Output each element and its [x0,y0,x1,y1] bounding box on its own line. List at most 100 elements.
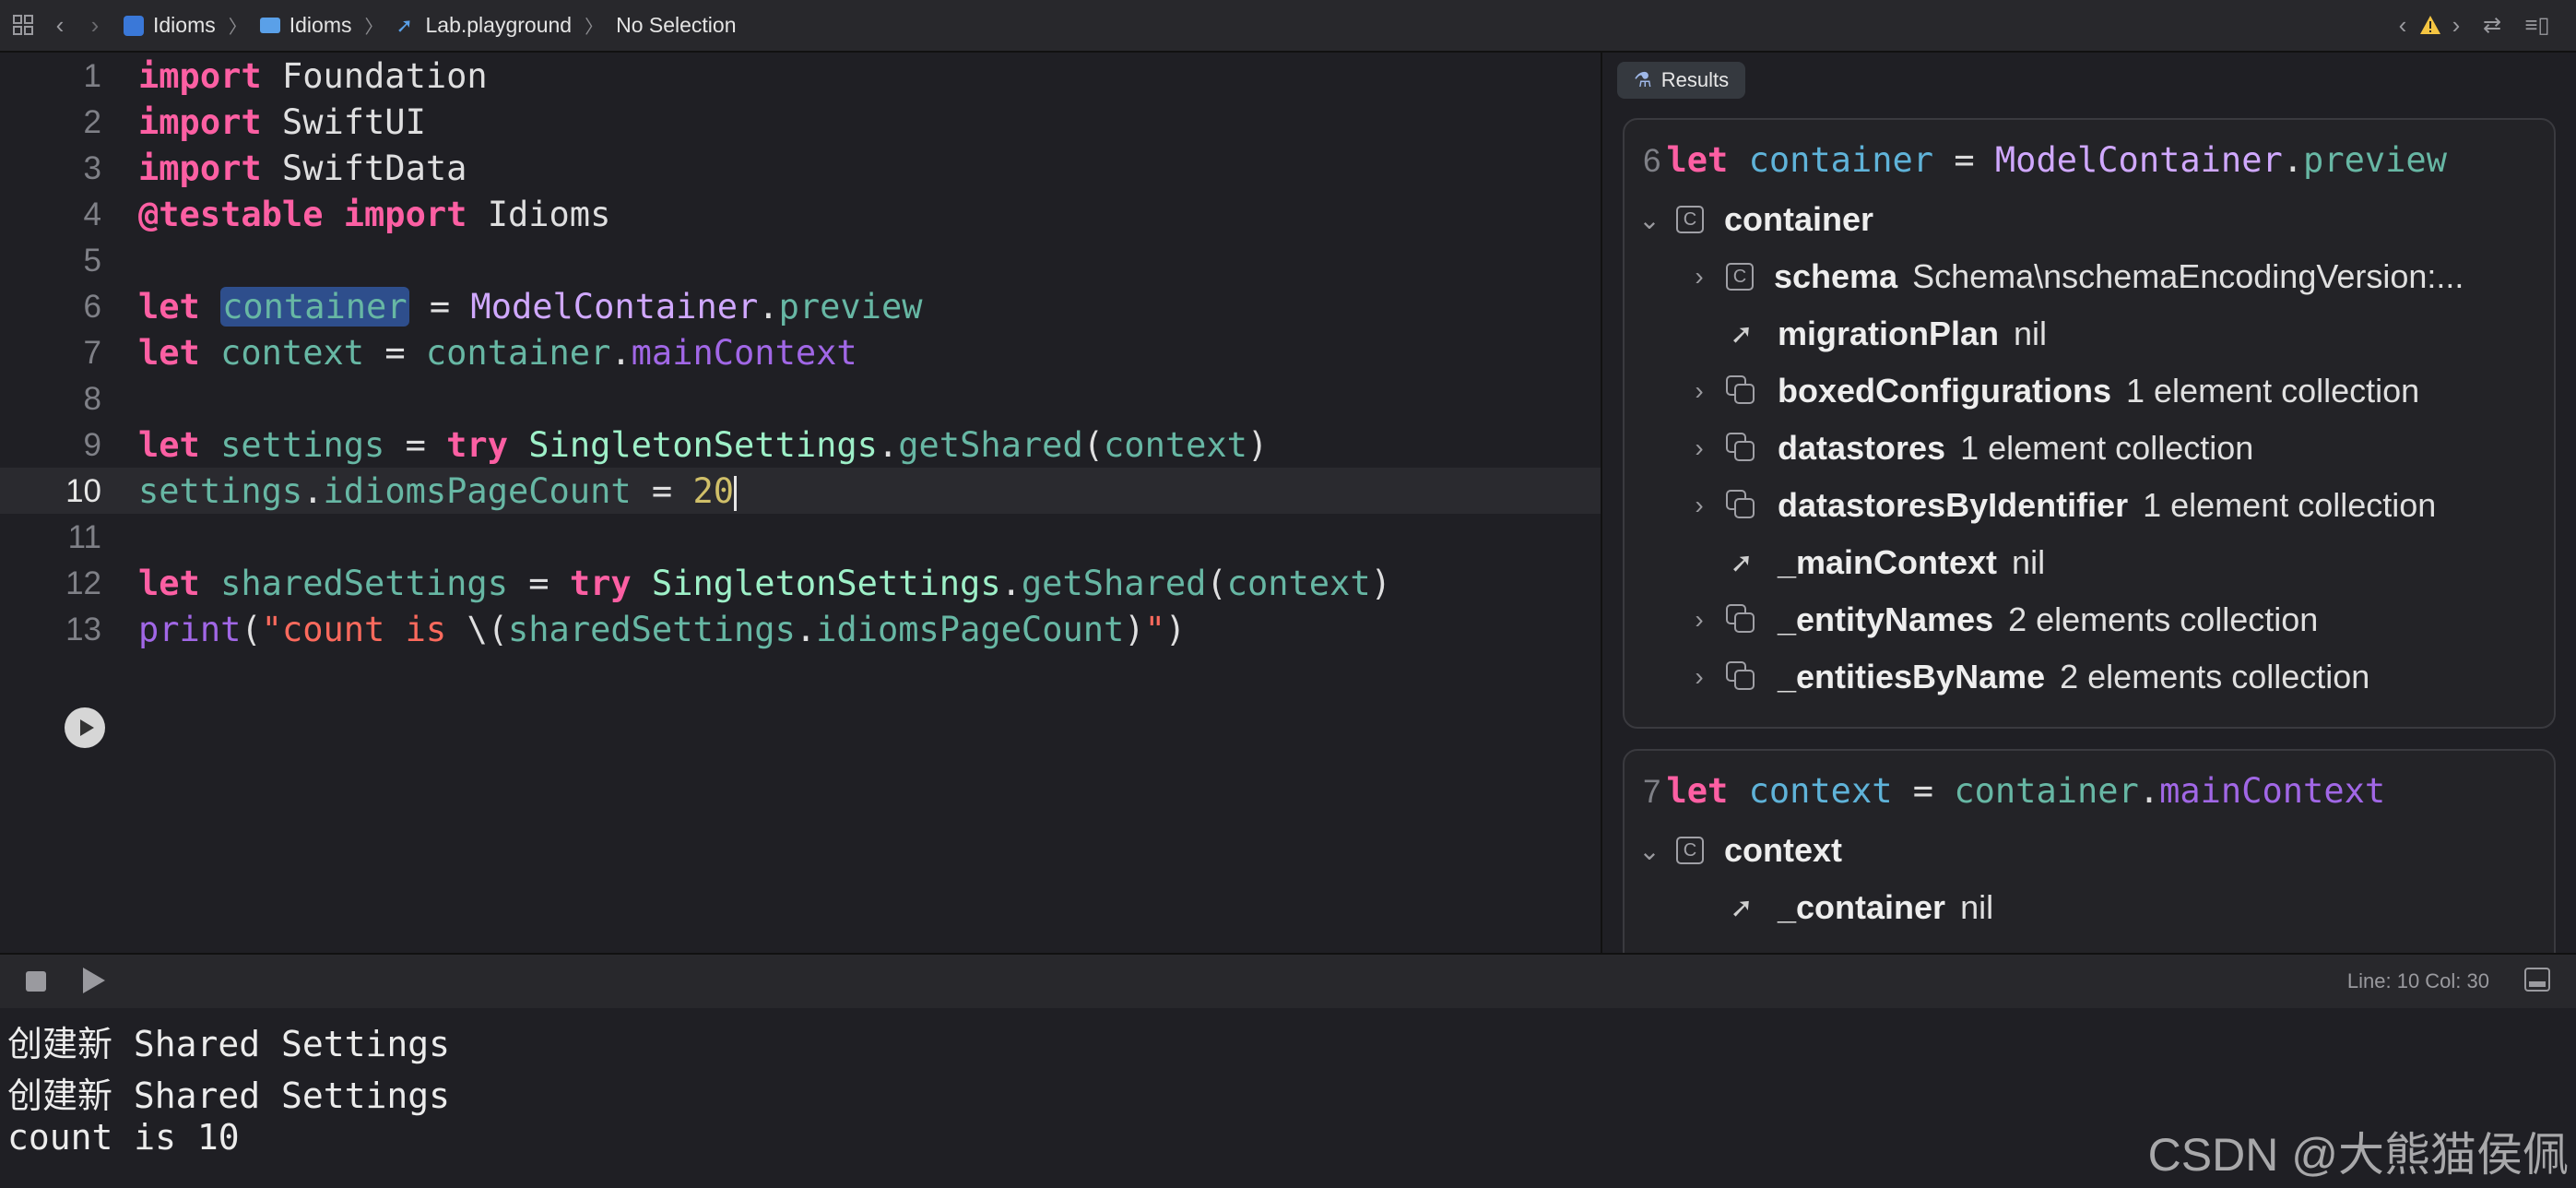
tree-row-value: nil [2014,315,2048,352]
debug-bar: Line: 10 Col: 30 [0,953,2576,1010]
tree-row[interactable]: ➚ _container nil [1687,882,1993,933]
breadcrumb-item-selection[interactable]: No Selection [616,13,736,38]
chevron-right-icon[interactable]: › [1687,491,1711,520]
breadcrumb-label: Idioms [289,13,352,37]
chevron-right-icon[interactable]: › [1687,262,1711,291]
class-icon: C [1726,263,1754,291]
code-line[interactable]: 6 let container = ModelContainer.preview [0,283,1601,329]
tree-row-value: nil [2012,543,2046,581]
collection-icon [1726,375,1757,407]
result-card-context: 7 let context = container.mainContext ⌄ C… [1623,749,2556,953]
code-text: import Foundation [138,56,488,96]
breadcrumb: Idioms 〉 Idioms 〉 ➚ Lab.playground 〉 No … [124,0,737,51]
code-text: let sharedSettings = try SingletonSettin… [138,564,1391,603]
code-line[interactable]: 3 import SwiftData [0,145,1601,191]
code-line[interactable]: 12 let sharedSettings = try SingletonSet… [0,560,1601,606]
editor-options-icon[interactable]: ≡▯ [2519,11,2556,39]
warning-icon[interactable] [2417,11,2443,39]
console-line: 创建新 Shared Settings [7,1075,451,1116]
app-icon [124,15,144,36]
code-text: import SwiftData [138,148,467,188]
tree-row-root[interactable]: ⌄ C context [1637,825,1857,876]
code-line[interactable]: 2 import SwiftUI [0,99,1601,145]
code-line[interactable]: 1 import Foundation [0,53,1601,99]
code-line[interactable]: 7 let context = container.mainContext [0,329,1601,375]
tree-row[interactable]: › _entityNames 2 elements collection [1687,594,2318,646]
run-playground-button[interactable] [65,707,105,748]
breadcrumb-item-project[interactable]: Idioms [124,13,216,38]
grid-icon[interactable] [9,11,37,39]
console-output[interactable]: 创建新 Shared Settings 创建新 Shared Settings … [0,1008,2576,1188]
line-number: 9 [83,427,101,463]
code-line[interactable]: 4 @testable import Idioms [0,191,1601,237]
chevron-left-icon[interactable]: ‹ [2392,11,2414,39]
breadcrumb-label: No Selection [616,13,737,37]
console-line: 创建新 Shared Settings [7,1024,451,1064]
swap-icon[interactable]: ⇄ [2478,11,2506,39]
line-number: 12 [65,565,101,601]
code-line[interactable]: 13 print("count is \(sharedSettings.idio… [0,606,1601,652]
tree-row-value: 2 elements collection [2008,600,2319,638]
chevron-down-icon[interactable]: ⌄ [1637,205,1661,235]
code-line[interactable]: 9 let settings = try SingletonSettings.g… [0,422,1601,468]
code-line[interactable]: 5 [0,237,1601,283]
code-line-current[interactable]: 10 settings.idiomsPageCount = 20 [0,468,1601,514]
line-number: 13 [65,612,101,647]
code-text: let context = container.mainContext [138,333,857,373]
code-text: import SwiftUI [138,102,426,142]
chevron-right-icon[interactable]: › [1687,376,1711,406]
run-button[interactable] [83,968,105,993]
line-number: 4 [83,196,101,232]
top-toolbar: ‹ › Idioms 〉 Idioms 〉 ➚ Lab.playground 〉… [0,0,2576,53]
code-line[interactable]: 11 [0,514,1601,560]
chevron-right-icon[interactable]: › [2445,11,2467,39]
chevron-right-icon[interactable]: › [1687,434,1711,463]
line-number: 5 [83,243,101,279]
breadcrumb-item-playground[interactable]: ➚ Lab.playground [396,13,573,38]
flask-icon: ⚗ [1634,68,1652,91]
collection-icon [1726,661,1757,693]
tree-row-name: schema [1774,257,1898,295]
stop-button[interactable] [26,971,46,992]
line-number: 7 [83,335,101,371]
code-line[interactable]: 8 [0,375,1601,422]
toggle-console-icon[interactable] [2524,968,2550,992]
tab-results[interactable]: ⚗ Results [1617,62,1746,99]
tree-row[interactable]: ➚ migrationPlan nil [1687,308,2047,360]
tree-row-value: Schema\nschemaEncodingVersion:... [1912,257,2464,295]
tree-row[interactable]: › _entitiesByName 2 elements collection [1687,651,2369,703]
tree-row-name: datastores [1778,429,1946,467]
console-line: count is 10 [7,1117,240,1158]
class-icon: C [1676,206,1704,233]
forward-icon[interactable]: › [83,11,107,39]
tree-row[interactable]: › datastoresByIdentifier 1 element colle… [1687,480,2436,531]
play-icon [79,719,94,736]
chevron-right-icon: 〉 [228,18,247,38]
tree-row[interactable]: › C schema Schema\nschemaEncodingVersion… [1687,251,2464,303]
tree-row-value: 2 elements collection [2060,658,2370,695]
tree-row-name: _mainContext [1778,543,1998,581]
collection-icon [1726,433,1757,464]
breadcrumb-label: Lab.playground [425,13,573,37]
chevron-right-icon[interactable]: › [1687,662,1711,692]
breadcrumb-item-folder[interactable]: Idioms [259,13,352,38]
line-number: 6 [83,289,101,325]
tree-row[interactable]: ➚ _mainContext nil [1687,537,2045,588]
tree-row-name: _entityNames [1778,600,1994,638]
collection-icon [1726,604,1757,636]
tree-row-root[interactable]: ⌄ C container [1637,194,1888,245]
result-card-container: 6 let container = ModelContainer.preview … [1623,118,2556,729]
chevron-down-icon[interactable]: ⌄ [1637,836,1661,866]
tree-row-name: container [1724,200,1874,238]
line-number: 2 [83,104,101,140]
collection-icon [1726,490,1757,521]
back-icon[interactable]: ‹ [48,11,72,39]
code-text: print("count is \(sharedSettings.idiomsP… [138,610,1187,649]
code-editor[interactable]: 1 import Foundation 2 import SwiftUI 3 i… [0,53,1601,953]
tree-row[interactable]: › boxedConfigurations 1 element collecti… [1687,365,2419,417]
line-number: 8 [83,381,101,417]
tree-row-value: nil [1960,888,1994,926]
code-text: let container = ModelContainer.preview [138,287,923,327]
tree-row[interactable]: › datastores 1 element collection [1687,422,2253,474]
chevron-right-icon[interactable]: › [1687,605,1711,635]
